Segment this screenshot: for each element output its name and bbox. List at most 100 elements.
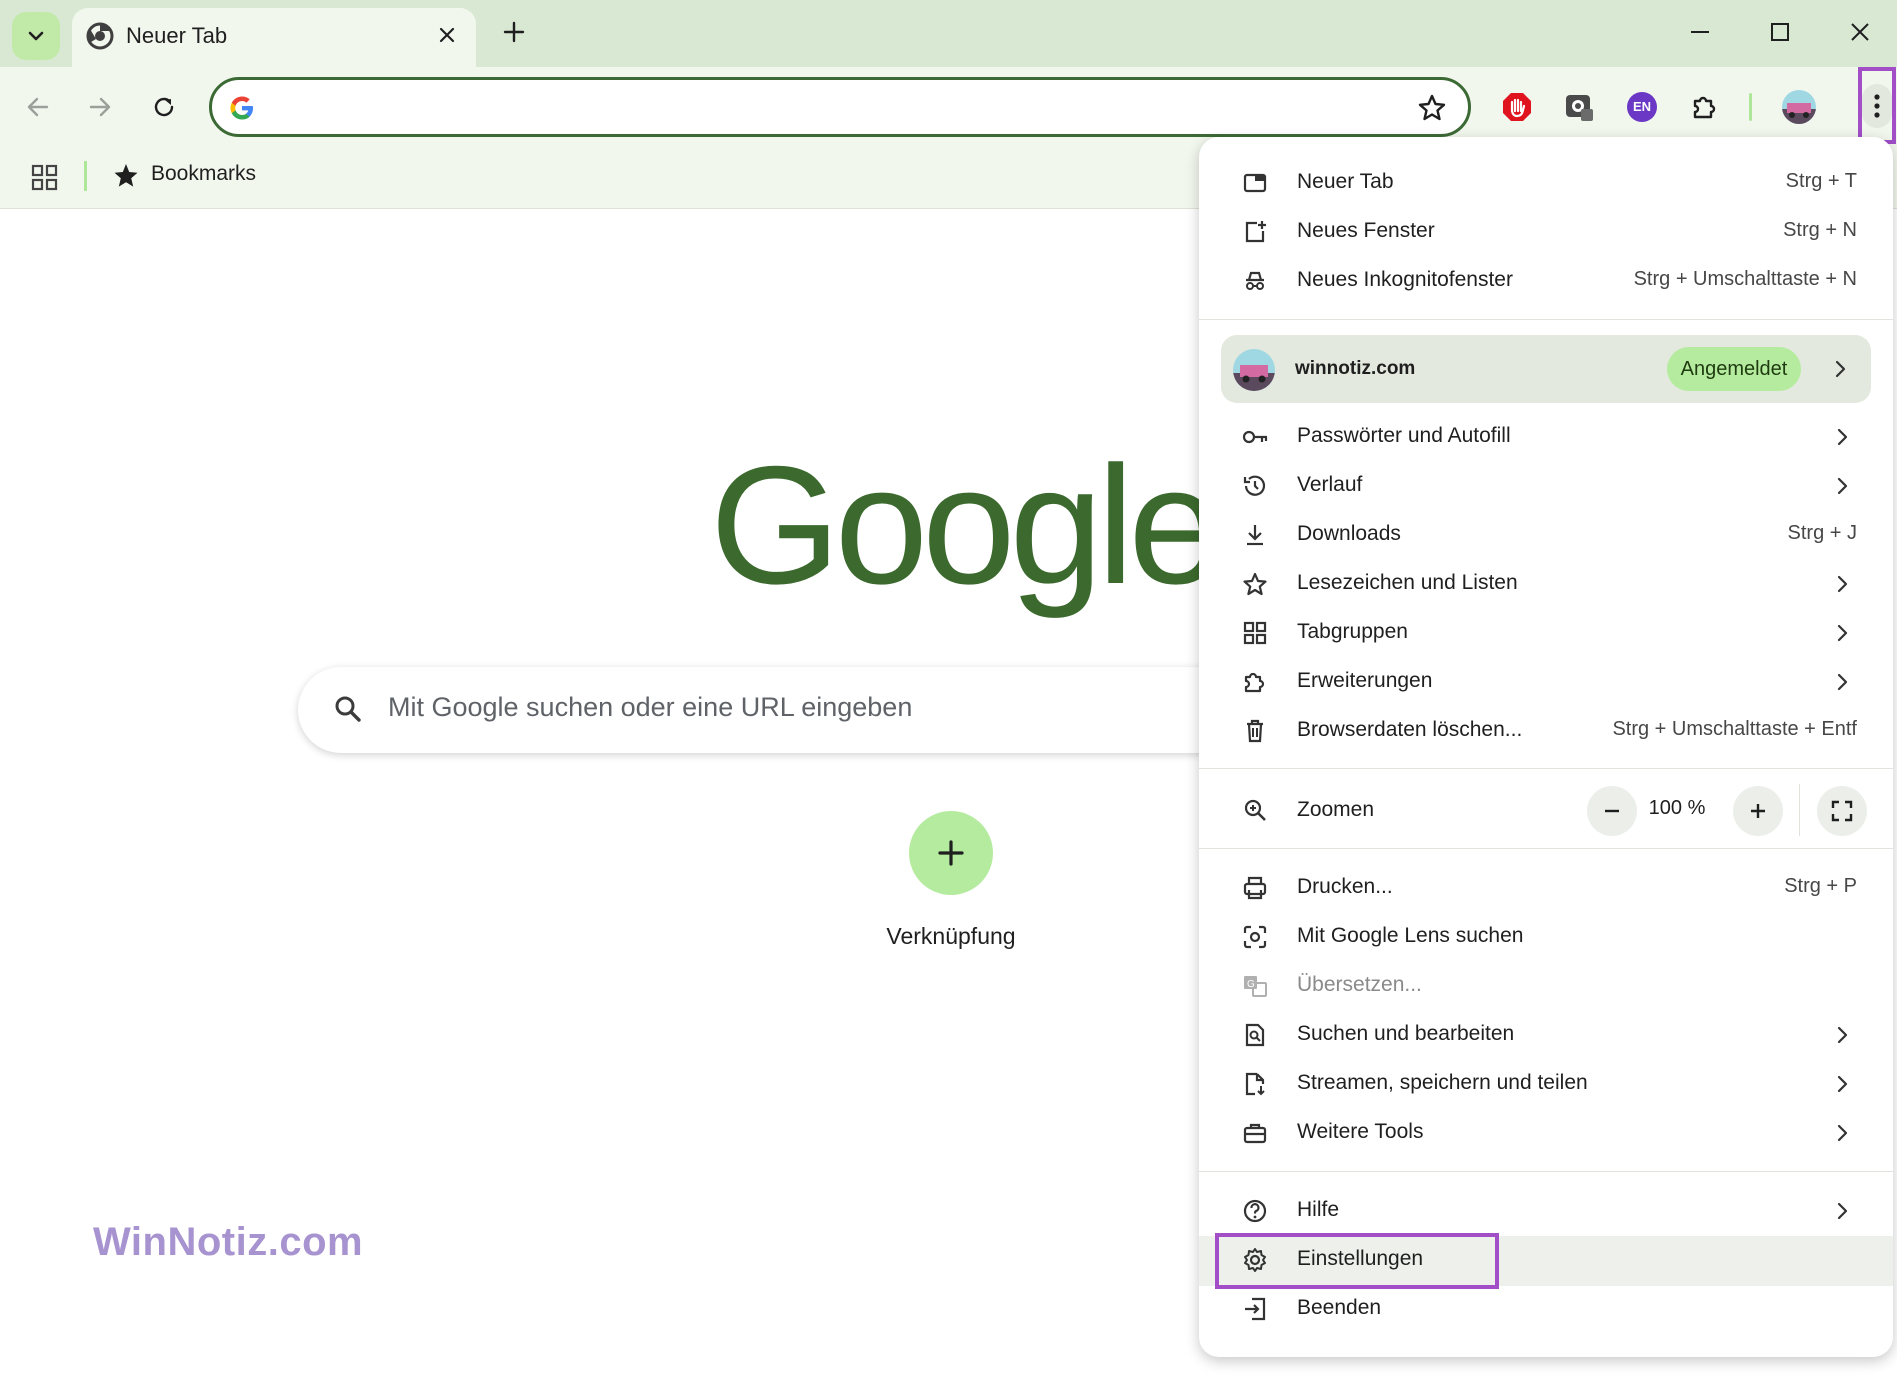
close-icon [1851, 23, 1869, 41]
language-extension-button[interactable]: EN [1624, 89, 1660, 125]
menu-item-history[interactable]: Verlauf [1199, 462, 1893, 510]
menu-item-bookmarks[interactable]: Lesezeichen und Listen [1199, 560, 1893, 608]
close-icon [439, 27, 455, 43]
menu-item-label: Erweiterungen [1297, 669, 1433, 692]
address-bar[interactable] [209, 77, 1471, 137]
key-icon [1241, 423, 1269, 451]
menu-item-more-tools[interactable]: Weitere Tools [1199, 1109, 1893, 1157]
language-badge: EN [1627, 92, 1657, 122]
print-icon [1241, 874, 1269, 902]
shortcut-label: Verknüpfung [886, 923, 1016, 949]
help-icon [1241, 1197, 1269, 1225]
menu-item-shortcut: Strg + J [1787, 522, 1857, 544]
chevron-right-icon [1837, 1124, 1848, 1142]
title-bar: Neuer Tab [0, 0, 1897, 67]
menu-item-label: Zoomen [1297, 798, 1375, 821]
maximize-button[interactable] [1750, 10, 1810, 54]
menu-item-label: Weitere Tools [1297, 1120, 1424, 1143]
menu-item-shortcut: Strg + T [1785, 170, 1857, 192]
chevron-right-icon [1835, 360, 1846, 378]
menu-separator [1199, 848, 1893, 849]
menu-item-downloads[interactable]: Downloads Strg + J [1199, 511, 1893, 559]
menu-item-incognito[interactable]: Neues Inkognitofenster Strg + Umschaltta… [1199, 257, 1893, 305]
menu-item-label: Übersetzen... [1297, 973, 1422, 996]
fullscreen-icon [1831, 800, 1853, 822]
find-icon [1241, 1021, 1269, 1049]
menu-item-label: Downloads [1297, 522, 1401, 545]
menu-item-label: Streamen, speichern und teilen [1297, 1071, 1588, 1094]
menu-item-shortcut: Strg + Umschalttaste + Entf [1612, 718, 1857, 740]
menu-item-passwords[interactable]: Passwörter und Autofill [1199, 413, 1893, 461]
menu-item-print[interactable]: Drucken... Strg + P [1199, 864, 1893, 912]
menu-item-google-lens[interactable]: Mit Google Lens suchen [1199, 913, 1893, 961]
stop-hand-icon [1503, 93, 1531, 121]
menu-button-background [1862, 83, 1892, 128]
main-menu-button[interactable] [1858, 67, 1896, 144]
tab-search-button[interactable] [12, 12, 60, 60]
plus-icon [1751, 804, 1765, 818]
menu-item-shortcut: Strg + P [1784, 875, 1857, 897]
menu-item-new-tab[interactable]: Neuer Tab Strg + T [1199, 159, 1893, 207]
screenshot-extension-button[interactable] [1561, 89, 1597, 125]
menu-item-label: Mit Google Lens suchen [1297, 924, 1524, 947]
chevron-right-icon [1837, 575, 1848, 593]
fullscreen-button[interactable] [1817, 786, 1867, 836]
lens-icon [1241, 923, 1269, 951]
google-g-icon [230, 96, 253, 120]
chevron-right-icon [1837, 673, 1848, 691]
download-icon [1241, 521, 1269, 549]
chevron-right-icon [1837, 624, 1848, 642]
puzzle-icon [1241, 668, 1269, 696]
menu-item-help[interactable]: Hilfe [1199, 1187, 1893, 1235]
forward-button[interactable] [78, 85, 122, 129]
zoom-value: 100 % [1648, 797, 1706, 819]
camera-extension-icon [1566, 95, 1593, 121]
menu-item-label: Neues Inkognitofenster [1297, 268, 1513, 291]
menu-item-cast-save-share[interactable]: Streamen, speichern und teilen [1199, 1060, 1893, 1108]
menu-item-translate[interactable]: G Übersetzen... [1199, 962, 1893, 1010]
apps-grid-icon[interactable] [30, 163, 60, 193]
history-icon [1241, 472, 1269, 500]
star-icon [114, 164, 138, 187]
close-window-button[interactable] [1830, 10, 1890, 54]
chevron-right-icon [1837, 1026, 1848, 1044]
bookmark-star-icon[interactable] [1416, 92, 1448, 124]
adblock-extension-button[interactable] [1499, 89, 1535, 125]
zoom-separator [1799, 784, 1800, 836]
menu-item-label: Passwörter und Autofill [1297, 424, 1511, 447]
cast-icon [1241, 1070, 1269, 1098]
menu-item-tab-groups[interactable]: Tabgruppen [1199, 609, 1893, 657]
menu-item-label: Drucken... [1297, 875, 1393, 898]
zoom-out-button[interactable] [1587, 786, 1637, 836]
menu-item-extensions[interactable]: Erweiterungen [1199, 658, 1893, 706]
bookmarks-folder[interactable]: Bookmarks [151, 162, 256, 186]
menu-item-label: Neuer Tab [1297, 170, 1394, 193]
tab-close-button[interactable] [432, 20, 462, 50]
menu-item-zoom: Zoomen 100 % [1199, 780, 1893, 842]
add-shortcut-button[interactable] [909, 811, 993, 895]
tab-active[interactable]: Neuer Tab [72, 8, 476, 67]
chrome-main-menu: Neuer Tab Strg + T Neues Fenster Strg + … [1199, 137, 1893, 1357]
menu-item-find-edit[interactable]: Suchen und bearbeiten [1199, 1011, 1893, 1059]
extensions-button[interactable] [1687, 89, 1723, 125]
back-button[interactable] [16, 85, 60, 129]
star-icon [1241, 570, 1269, 598]
menu-item-label: Tabgruppen [1297, 620, 1408, 643]
zoom-in-button[interactable] [1733, 786, 1783, 836]
toolbar: EN [0, 67, 1897, 147]
minimize-button[interactable] [1670, 10, 1730, 54]
menu-item-label: Suchen und bearbeiten [1297, 1022, 1515, 1045]
profile-button[interactable] [1781, 89, 1817, 125]
menu-item-clear-data[interactable]: Browserdaten löschen... Strg + Umschaltt… [1199, 707, 1893, 755]
search-icon [335, 696, 361, 722]
menu-item-exit[interactable]: Beenden [1199, 1285, 1893, 1333]
new-tab-button[interactable] [496, 14, 532, 50]
chrome-icon [86, 22, 114, 50]
menu-profile-row[interactable]: winnotiz.com Angemeldet [1221, 335, 1871, 403]
settings-highlight-box [1215, 1233, 1499, 1289]
tab-title: Neuer Tab [126, 23, 228, 48]
tab-groups-icon [1241, 619, 1269, 647]
menu-item-new-window[interactable]: Neues Fenster Strg + N [1199, 208, 1893, 256]
menu-separator [1199, 768, 1893, 769]
reload-button[interactable] [142, 85, 186, 129]
